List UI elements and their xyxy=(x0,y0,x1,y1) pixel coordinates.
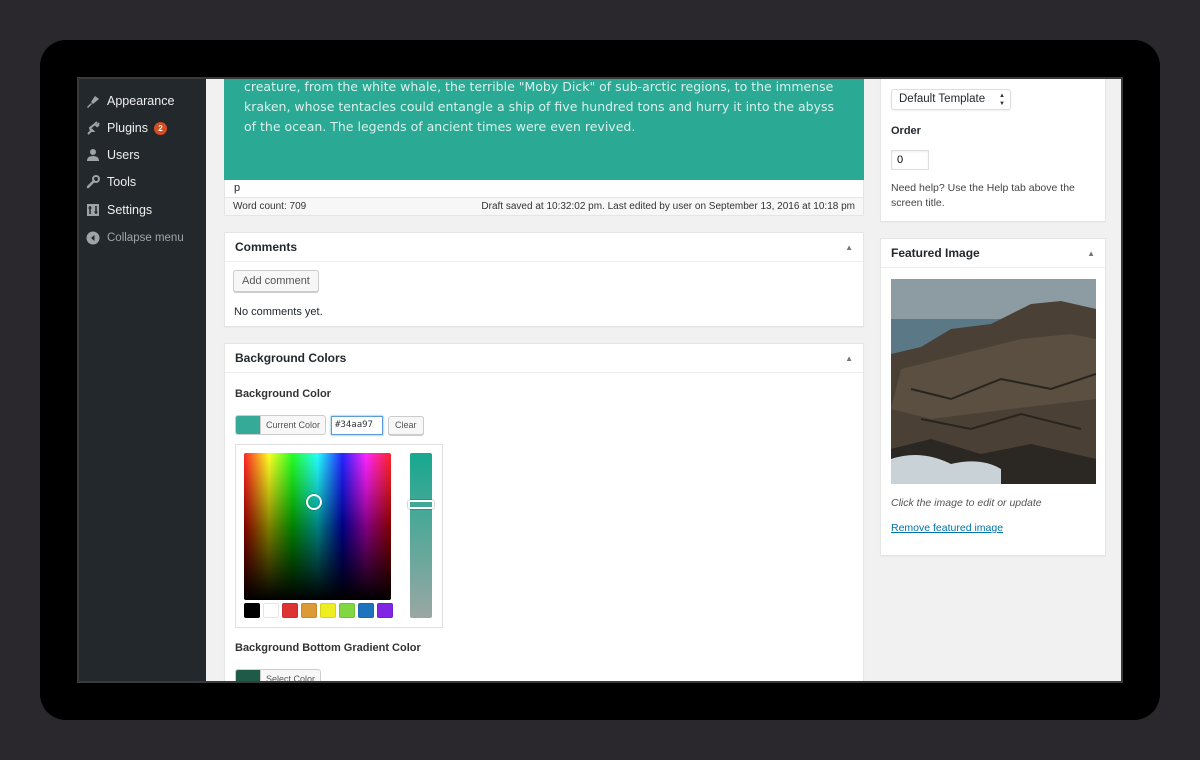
saturation-overlay xyxy=(244,453,391,600)
featured-image-caption: Click the image to edit or update xyxy=(891,497,1042,509)
gradient-color-swatch xyxy=(236,670,261,681)
paintbrush-icon xyxy=(86,94,100,108)
collapse-arrow-icon xyxy=(86,231,100,245)
plugin-icon xyxy=(86,121,100,135)
sidebar-item-tools[interactable]: Tools xyxy=(79,172,206,192)
sidebar-item-label: Appearance xyxy=(107,94,175,108)
lightness-slider-handle[interactable] xyxy=(408,500,434,509)
featured-image-thumbnail[interactable] xyxy=(891,279,1096,484)
background-colors-header[interactable]: Background Colors ▲ xyxy=(225,344,863,373)
comments-title: Comments xyxy=(235,240,298,254)
select-color-button[interactable]: Select Color xyxy=(235,669,322,683)
draft-status: Draft saved at 10:32:02 pm. Last edited … xyxy=(481,201,855,212)
wrench-icon xyxy=(86,175,100,189)
select-arrows-icon: ▲ ▼ xyxy=(999,93,1005,107)
hex-color-input[interactable] xyxy=(331,415,384,435)
gradient-color-controls: Select Color xyxy=(235,669,322,683)
help-text: Need help? Use the Help tab above the sc… xyxy=(891,182,1075,209)
template-select-value: Default Template xyxy=(899,93,986,105)
editor-status-bar: Word count: 709 Draft saved at 10:32:02 … xyxy=(224,197,864,216)
editor-element-path: p xyxy=(224,180,864,197)
palette-swatch[interactable] xyxy=(320,603,336,618)
template-select[interactable]: Default Template ▲ ▼ xyxy=(891,89,1011,110)
palette-swatch[interactable] xyxy=(282,603,298,618)
sidebar-item-label: Settings xyxy=(107,203,153,217)
sidebar-item-settings[interactable]: Settings xyxy=(79,200,206,220)
comments-header[interactable]: Comments ▲ xyxy=(225,233,863,262)
featured-image-header[interactable]: Featured Image ▲ xyxy=(881,239,1105,268)
collapse-toggle-icon[interactable]: ▲ xyxy=(845,354,853,363)
featured-image-title: Featured Image xyxy=(891,246,980,260)
palette-swatch[interactable] xyxy=(301,603,317,618)
rocky-coast-image xyxy=(891,279,1096,484)
palette-swatch[interactable] xyxy=(244,603,260,618)
select-color-label: Select Color xyxy=(266,674,316,683)
word-count: Word count: 709 xyxy=(233,201,307,212)
comments-metabox: Comments ▲ Add comment No comments yet. xyxy=(224,232,864,327)
main-column: creature, from the white whale, the terr… xyxy=(224,79,864,681)
remove-featured-image-link[interactable]: Remove featured image xyxy=(891,522,1003,534)
sidebar-item-label: Tools xyxy=(107,175,137,189)
palette-swatch[interactable] xyxy=(263,603,279,618)
side-column: Default Template ▲▼ Order Need help? Use… xyxy=(880,79,1106,681)
current-color-label: Current Color xyxy=(266,420,321,430)
gradient-color-label: Background Bottom Gradient Color xyxy=(235,642,421,654)
admin-sidebar: Appearance Plugins 2 Users Tools Setting… xyxy=(79,79,206,681)
sidebar-item-label: Users xyxy=(107,148,140,162)
color-picker xyxy=(235,444,443,628)
page-attributes-metabox: Default Template ▲▼ Order Need help? Use… xyxy=(880,79,1106,222)
order-label: Order xyxy=(891,125,921,137)
background-color-controls: Current Color Clear xyxy=(235,415,424,435)
lightness-slider[interactable] xyxy=(408,453,434,618)
collapse-menu-button[interactable]: Collapse menu xyxy=(79,228,206,248)
saturation-square[interactable] xyxy=(244,453,391,600)
wp-admin-screen: Appearance Plugins 2 Users Tools Setting… xyxy=(77,77,1123,683)
palette-swatch[interactable] xyxy=(358,603,374,618)
add-comment-button[interactable]: Add comment xyxy=(233,270,319,292)
settings-icon xyxy=(86,203,100,217)
post-editor-content[interactable]: creature, from the white whale, the terr… xyxy=(224,79,864,180)
color-palette xyxy=(244,603,396,618)
saturation-handle[interactable] xyxy=(306,494,322,510)
editor-paragraph: creature, from the white whale, the terr… xyxy=(244,79,835,134)
palette-swatch[interactable] xyxy=(339,603,355,618)
current-color-button[interactable]: Current Color xyxy=(235,415,327,435)
palette-swatch[interactable] xyxy=(377,603,393,618)
update-count-badge: 2 xyxy=(154,121,167,135)
order-input[interactable] xyxy=(891,150,929,170)
no-comments-text: No comments yet. xyxy=(234,306,323,318)
collapse-menu-label: Collapse menu xyxy=(107,232,184,244)
background-colors-metabox: Background Colors ▲ Background Color Cur… xyxy=(224,343,864,683)
background-color-label: Background Color xyxy=(235,388,331,400)
sidebar-item-plugins[interactable]: Plugins 2 xyxy=(79,118,206,138)
collapse-toggle-icon[interactable]: ▲ xyxy=(1087,249,1095,258)
sidebar-item-users[interactable]: Users xyxy=(79,145,206,165)
clear-color-button[interactable]: Clear xyxy=(388,415,424,435)
user-icon xyxy=(86,148,100,162)
current-color-swatch xyxy=(236,416,261,434)
background-colors-title: Background Colors xyxy=(235,351,347,365)
sidebar-item-label: Plugins xyxy=(107,121,148,135)
collapse-toggle-icon[interactable]: ▲ xyxy=(845,243,853,252)
featured-image-metabox: Featured Image ▲ Click the image to edit… xyxy=(880,238,1106,556)
sidebar-item-appearance[interactable]: Appearance xyxy=(79,91,206,111)
